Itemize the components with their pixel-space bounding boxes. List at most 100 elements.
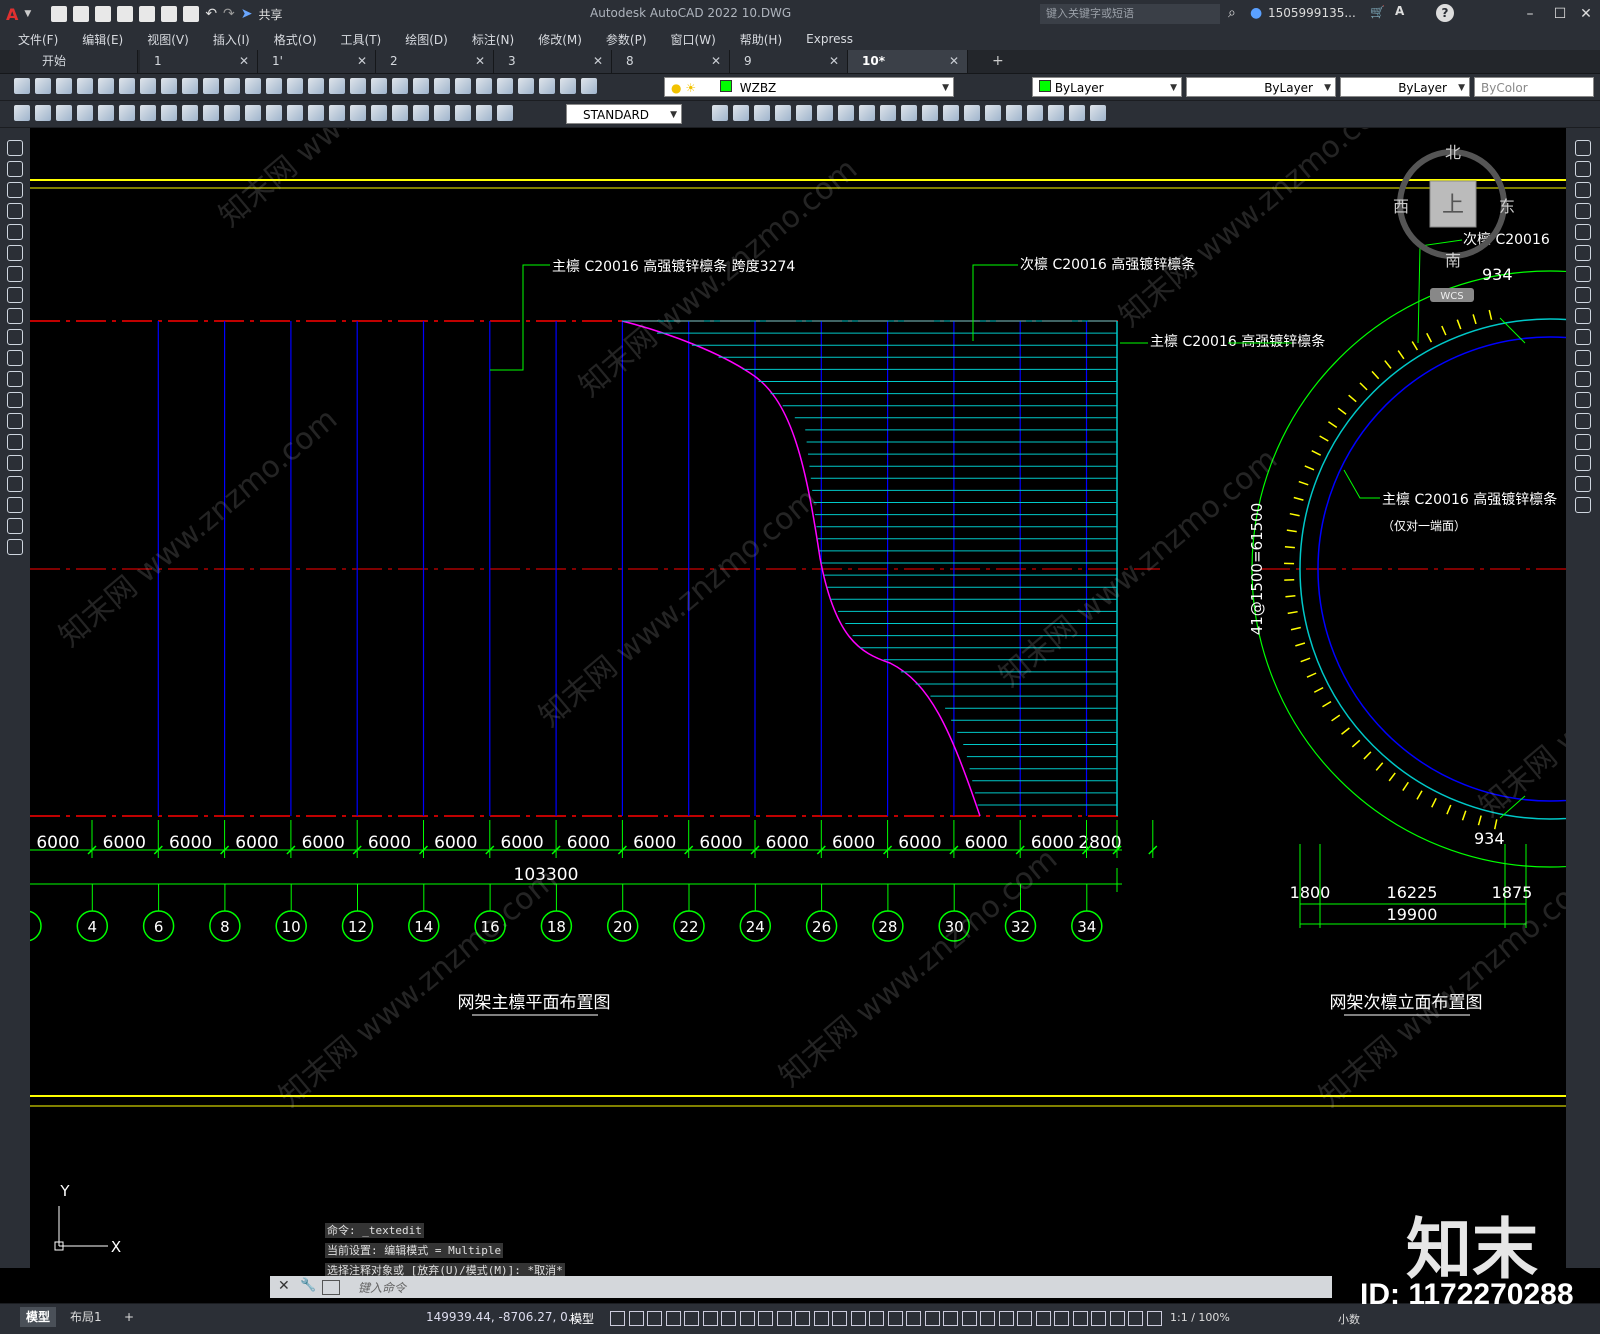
new-file-icon[interactable]	[51, 6, 67, 22]
menu-item[interactable]: 修改(M)	[526, 31, 594, 48]
modify-tool-icon[interactable]	[1575, 266, 1591, 282]
standard-tool-icon[interactable]	[371, 78, 387, 94]
close-button[interactable]: ✕	[1576, 4, 1596, 24]
status-toggle-icon[interactable]	[610, 1311, 625, 1326]
menu-item[interactable]: 插入(I)	[201, 31, 262, 48]
standard-tool-icon[interactable]	[581, 78, 597, 94]
draw-tool-icon[interactable]	[7, 140, 23, 156]
dimension-tool-icon[interactable]	[455, 105, 471, 121]
annotation-scale[interactable]: 1:1 / 100%	[1170, 1311, 1230, 1324]
draw-tool-icon[interactable]	[7, 182, 23, 198]
menu-item[interactable]: 视图(V)	[135, 31, 201, 48]
modify-tool-icon[interactable]	[1048, 105, 1064, 121]
dimension-tool-icon[interactable]	[350, 105, 366, 121]
draw-tool-icon[interactable]	[7, 497, 23, 513]
modify-tool-icon[interactable]	[1575, 308, 1591, 324]
standard-tool-icon[interactable]	[497, 78, 513, 94]
doc-tab[interactable]: 9✕	[730, 50, 848, 73]
save-as-icon[interactable]	[117, 6, 133, 22]
standard-tool-icon[interactable]	[98, 78, 114, 94]
status-toggle-icon[interactable]	[925, 1311, 940, 1326]
modify-tool-icon[interactable]	[1575, 224, 1591, 240]
dimension-tool-icon[interactable]	[434, 105, 450, 121]
standard-tool-icon[interactable]	[392, 78, 408, 94]
menu-item[interactable]: 帮助(H)	[728, 31, 794, 48]
modify-tool-icon[interactable]	[985, 105, 1001, 121]
undo-icon[interactable]: ↶	[205, 6, 217, 22]
standard-tool-icon[interactable]	[266, 78, 282, 94]
color-dropdown[interactable]: ByLayer ▼	[1032, 77, 1182, 97]
help-icon[interactable]: ?	[1436, 4, 1454, 22]
save-icon[interactable]	[95, 6, 111, 22]
modify-tool-icon[interactable]	[1575, 329, 1591, 345]
modify-tool-icon[interactable]	[796, 105, 812, 121]
lineweight-dropdown[interactable]: ByLayer ▼	[1340, 77, 1470, 97]
status-toggle-icon[interactable]	[647, 1311, 662, 1326]
menu-item[interactable]: 格式(O)	[262, 31, 329, 48]
doc-tab[interactable]: 2✕	[376, 50, 494, 73]
plotstyle-dropdown[interactable]: ByColor	[1474, 77, 1594, 97]
dimension-tool-icon[interactable]	[308, 105, 324, 121]
status-toggle-icon[interactable]	[1054, 1311, 1069, 1326]
dimension-tool-icon[interactable]	[119, 105, 135, 121]
standard-tool-icon[interactable]	[119, 78, 135, 94]
autodesk-icon[interactable]: A	[1395, 4, 1404, 18]
close-icon[interactable]: ✕	[278, 1278, 290, 1294]
status-toggle-icon[interactable]	[832, 1311, 847, 1326]
drawing-canvas[interactable]: 主檩 C20016 高强镀锌檩条 跨度3274次檩 C20016 高强镀锌檩条主…	[30, 128, 1566, 1268]
search-icon[interactable]: ⌕	[1228, 5, 1236, 21]
modify-tool-icon[interactable]	[1069, 105, 1085, 121]
modify-tool-icon[interactable]	[1575, 455, 1591, 471]
search-input[interactable]: 键入关键字或短语	[1040, 4, 1220, 24]
close-icon[interactable]: ✕	[239, 50, 249, 73]
modify-tool-icon[interactable]	[1575, 182, 1591, 198]
status-toggle-icon[interactable]	[980, 1311, 995, 1326]
command-line[interactable]: ✕ 🔧 键入命令	[270, 1276, 1332, 1298]
standard-tool-icon[interactable]	[35, 78, 51, 94]
status-toggle-icon[interactable]	[869, 1311, 884, 1326]
minimize-button[interactable]: –	[1520, 4, 1540, 24]
status-toggle-icon[interactable]	[703, 1311, 718, 1326]
modify-tool-icon[interactable]	[901, 105, 917, 121]
modify-tool-icon[interactable]	[1575, 245, 1591, 261]
draw-tool-icon[interactable]	[7, 392, 23, 408]
close-icon[interactable]: ✕	[711, 50, 721, 73]
modify-tool-icon[interactable]	[964, 105, 980, 121]
dimension-tool-icon[interactable]	[266, 105, 282, 121]
status-toggle-icon[interactable]	[1110, 1311, 1125, 1326]
close-icon[interactable]: ✕	[829, 50, 839, 73]
doc-tab[interactable]: 3✕	[494, 50, 612, 73]
menu-item[interactable]: 标注(N)	[460, 31, 526, 48]
dimension-tool-icon[interactable]	[329, 105, 345, 121]
dimension-tool-icon[interactable]	[287, 105, 303, 121]
status-toggle-icon[interactable]	[962, 1311, 977, 1326]
draw-tool-icon[interactable]	[7, 161, 23, 177]
modify-tool-icon[interactable]	[859, 105, 875, 121]
modify-tool-icon[interactable]	[775, 105, 791, 121]
modify-tool-icon[interactable]	[838, 105, 854, 121]
modify-tool-icon[interactable]	[817, 105, 833, 121]
modify-tool-icon[interactable]	[1006, 105, 1022, 121]
units-dropdown[interactable]: 小数	[1338, 1311, 1360, 1327]
open-file-icon[interactable]	[73, 6, 89, 22]
add-layout-button[interactable]: +	[118, 1307, 140, 1327]
command-prompt-icon[interactable]	[322, 1280, 340, 1295]
dimension-tool-icon[interactable]	[476, 105, 492, 121]
modify-tool-icon[interactable]	[922, 105, 938, 121]
standard-tool-icon[interactable]	[56, 78, 72, 94]
modify-tool-icon[interactable]	[943, 105, 959, 121]
dimension-tool-icon[interactable]	[161, 105, 177, 121]
draw-tool-icon[interactable]	[7, 329, 23, 345]
dimension-tool-icon[interactable]	[182, 105, 198, 121]
status-toggle-icon[interactable]	[758, 1311, 773, 1326]
modify-tool-icon[interactable]	[1575, 392, 1591, 408]
standard-tool-icon[interactable]	[245, 78, 261, 94]
status-toggle-icon[interactable]	[1073, 1311, 1088, 1326]
modify-tool-icon[interactable]	[1575, 434, 1591, 450]
status-toggle-icon[interactable]	[1017, 1311, 1032, 1326]
standard-tool-icon[interactable]	[350, 78, 366, 94]
draw-tool-icon[interactable]	[7, 287, 23, 303]
draw-tool-icon[interactable]	[7, 539, 23, 555]
autocad-logo-icon[interactable]: A	[6, 5, 18, 24]
open-web-icon[interactable]	[139, 6, 155, 22]
